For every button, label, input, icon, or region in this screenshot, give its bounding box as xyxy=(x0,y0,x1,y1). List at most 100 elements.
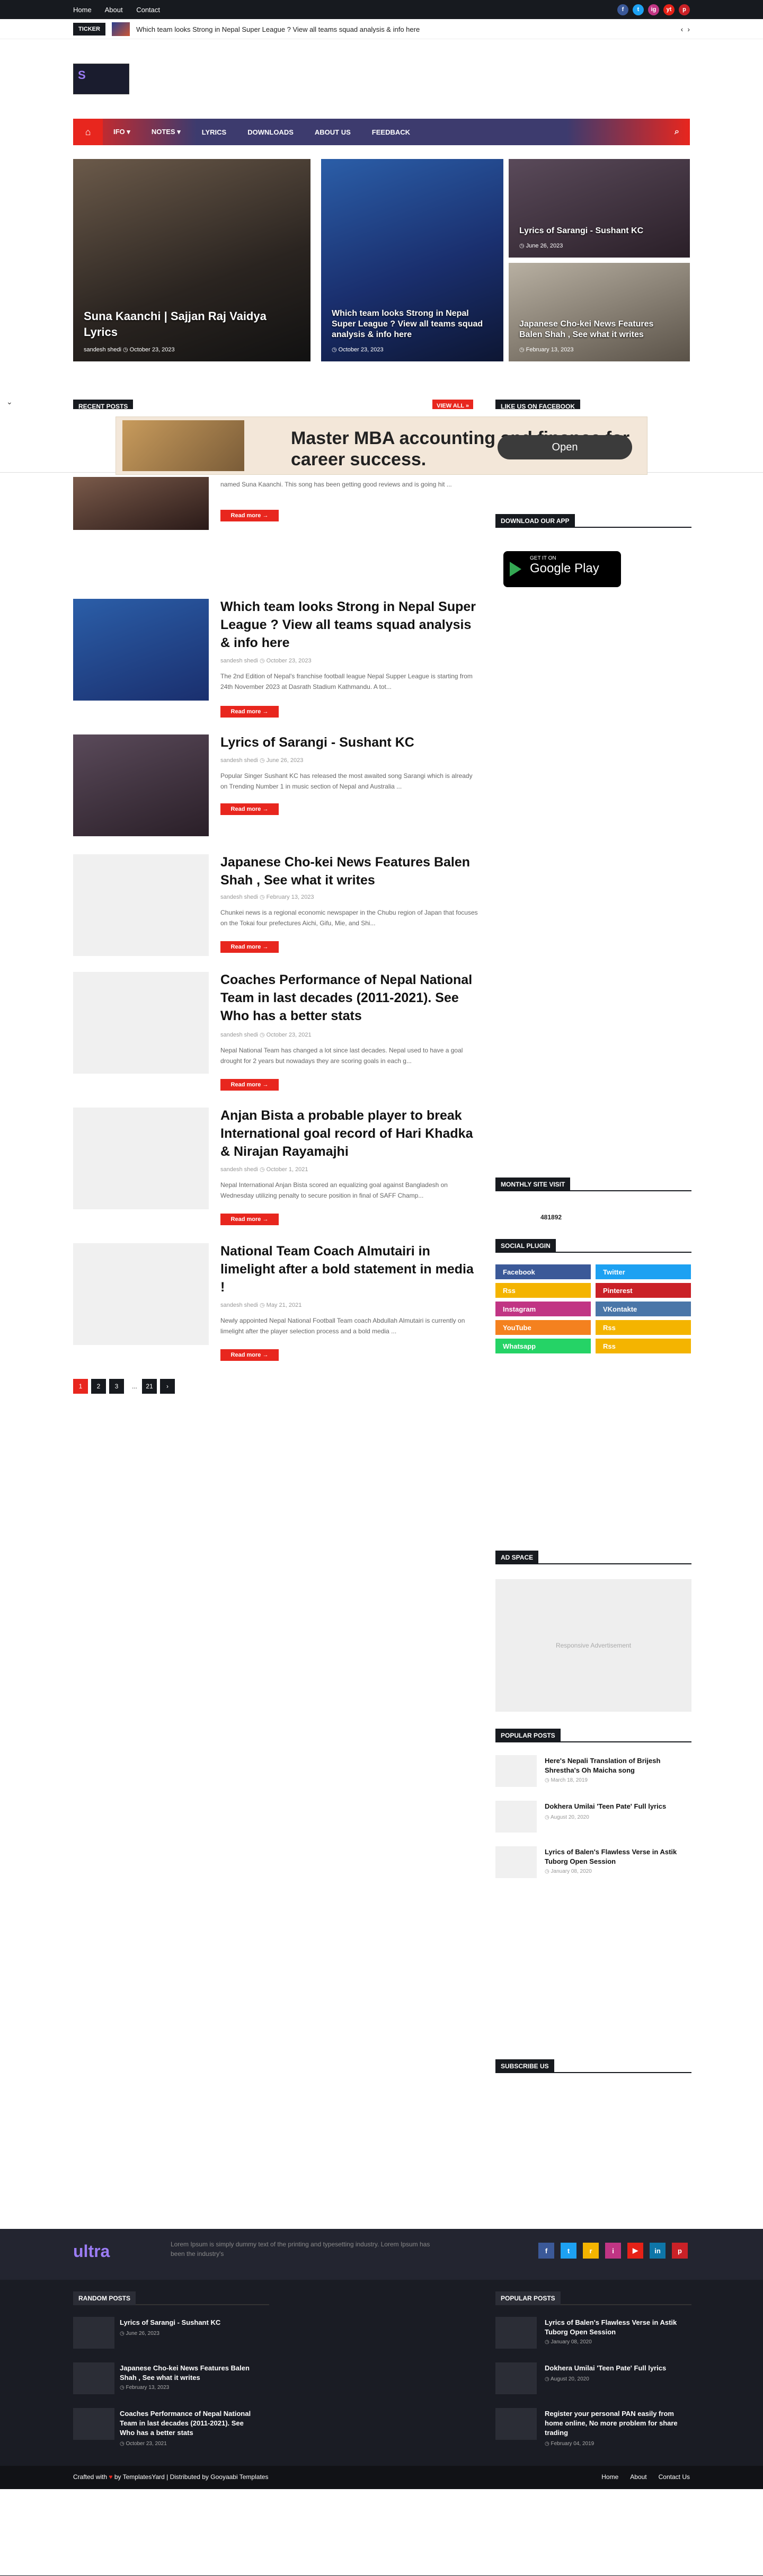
footer-random-thumbnail[interactable] xyxy=(73,2408,114,2440)
social-facebook-button[interactable]: Facebook xyxy=(495,1264,591,1279)
footer-popular-thumbnail[interactable] xyxy=(495,2408,537,2440)
post-thumbnail[interactable] xyxy=(73,599,209,701)
featured-post-4[interactable]: Japanese Cho-kei News Features Balen Sha… xyxy=(509,263,690,361)
footer-popular-thumbnail[interactable] xyxy=(495,2317,537,2349)
nav-item-notes[interactable]: NOTES ▾ xyxy=(141,128,191,136)
popular-title[interactable]: Dokhera Umilai 'Teen Pate' Full lyrics xyxy=(545,1802,688,1811)
social-twitter-button[interactable]: Twitter xyxy=(596,1264,691,1279)
social-rss-button[interactable]: Rss xyxy=(596,1339,691,1353)
footer-random-title[interactable]: Lyrics of Sarangi - Sushant KC xyxy=(120,2318,258,2327)
footer-rss-icon[interactable]: r xyxy=(583,2243,599,2259)
next-page-button[interactable]: › xyxy=(160,1379,175,1394)
footer-popular-thumbnail[interactable] xyxy=(495,2362,537,2394)
page-1[interactable]: 1 xyxy=(73,1379,88,1394)
social-rss-button[interactable]: Rss xyxy=(495,1283,591,1298)
featured-title[interactable]: Lyrics of Sarangi - Sushant KC xyxy=(519,226,678,236)
post-title[interactable]: Coaches Performance of Nepal National Te… xyxy=(220,971,480,1025)
ad-open-button[interactable]: Open xyxy=(498,435,632,459)
nav-item-about[interactable]: ABOUT US xyxy=(304,128,361,136)
read-more-button[interactable]: Read more → xyxy=(220,941,279,953)
featured-post-2[interactable]: Which team looks Strong in Nepal Super L… xyxy=(321,159,503,361)
post-thumbnail[interactable] xyxy=(73,734,209,836)
post-title[interactable]: Anjan Bista a probable player to break I… xyxy=(220,1106,480,1161)
footer-link-home[interactable]: Home xyxy=(601,2473,618,2481)
footer-random-thumbnail[interactable] xyxy=(73,2362,114,2394)
footer-instagram-icon[interactable]: i xyxy=(605,2243,621,2259)
popular-thumbnail[interactable] xyxy=(495,1755,537,1787)
post-thumbnail[interactable] xyxy=(73,1108,209,1209)
footer-popular-title[interactable]: Register your personal PAN easily from h… xyxy=(545,2409,682,2438)
ticker-next-icon[interactable]: › xyxy=(687,25,690,33)
post-meta: sandesh shedi ◷ May 21, 2021 xyxy=(220,1302,302,1308)
top-link-contact[interactable]: Contact xyxy=(136,6,160,14)
popular-title[interactable]: Lyrics of Balen's Flawless Verse in Asti… xyxy=(545,1847,688,1866)
popular-title[interactable]: Here's Nepali Translation of Brijesh Shr… xyxy=(545,1756,688,1775)
google-play-button[interactable]: GET IT ON Google Play xyxy=(503,551,621,587)
nav-item-ifo[interactable]: IFO ▾ xyxy=(103,128,141,136)
social-vkontakte-button[interactable]: VKontakte xyxy=(596,1302,691,1316)
post-title[interactable]: National Team Coach Almutairi in limelig… xyxy=(220,1242,480,1296)
read-more-button[interactable]: Read more → xyxy=(220,510,279,521)
ticker-thumbnail[interactable] xyxy=(111,22,130,36)
facebook-icon[interactable]: f xyxy=(617,4,628,15)
page-21[interactable]: 21 xyxy=(142,1379,157,1394)
footer-logo[interactable]: ultra xyxy=(73,2242,110,2261)
footer-link-contact[interactable]: Contact Us xyxy=(659,2473,690,2481)
instagram-icon[interactable]: ig xyxy=(648,4,659,15)
social-instagram-button[interactable]: Instagram xyxy=(495,1302,591,1316)
home-icon[interactable]: ⌂ xyxy=(73,119,103,145)
footer-random-thumbnail[interactable] xyxy=(73,2317,114,2349)
featured-post-1[interactable]: Suna Kaanchi | Sajjan Raj Vaidya Lyrics … xyxy=(73,159,310,361)
footer-linkedin-icon[interactable]: in xyxy=(650,2243,666,2259)
page-2[interactable]: 2 xyxy=(91,1379,106,1394)
featured-post-3[interactable]: Lyrics of Sarangi - Sushant KC ◷ June 26… xyxy=(509,159,690,258)
social-youtube-button[interactable]: YouTube xyxy=(495,1320,591,1335)
twitter-icon[interactable]: t xyxy=(633,4,644,15)
read-more-button[interactable]: Read more → xyxy=(220,1079,279,1091)
read-more-button[interactable]: Read more → xyxy=(220,1349,279,1361)
social-plugin-heading: SOCIAL PLUGIN xyxy=(495,1239,691,1253)
social-pinterest-button[interactable]: Pinterest xyxy=(596,1283,691,1298)
post-thumbnail[interactable] xyxy=(73,477,209,530)
ticker-text[interactable]: Which team looks Strong in Nepal Super L… xyxy=(136,25,420,33)
ad-banner[interactable]: Master MBA accounting and finance for ca… xyxy=(116,417,647,475)
pinterest-icon[interactable]: p xyxy=(679,4,690,15)
youtube-icon[interactable]: yt xyxy=(663,4,675,15)
page-3[interactable]: 3 xyxy=(109,1379,124,1394)
post-title[interactable]: Lyrics of Sarangi - Sushant KC xyxy=(220,733,480,751)
footer-random-title[interactable]: Coaches Performance of Nepal National Te… xyxy=(120,2409,258,2438)
site-logo[interactable]: S xyxy=(73,64,129,94)
top-link-home[interactable]: Home xyxy=(73,6,92,14)
popular-thumbnail[interactable] xyxy=(495,1846,537,1878)
post-thumbnail[interactable] xyxy=(73,972,209,1074)
top-link-about[interactable]: About xyxy=(105,6,123,14)
popular-thumbnail[interactable] xyxy=(495,1801,537,1833)
footer-link-about[interactable]: About xyxy=(630,2473,646,2481)
footer-facebook-icon[interactable]: f xyxy=(538,2243,554,2259)
nav-item-lyrics[interactable]: LYRICS xyxy=(191,128,237,136)
post-thumbnail[interactable] xyxy=(73,854,209,956)
footer-popular-title[interactable]: Lyrics of Balen's Flawless Verse in Asti… xyxy=(545,2318,682,2337)
ticker-prev-icon[interactable]: ‹ xyxy=(681,25,684,33)
featured-title[interactable]: Suna Kaanchi | Sajjan Raj Vaidya Lyrics xyxy=(84,308,296,340)
post-title[interactable]: Which team looks Strong in Nepal Super L… xyxy=(220,598,480,652)
footer-popular-title[interactable]: Dokhera Umilai 'Teen Pate' Full lyrics xyxy=(545,2363,682,2373)
post-thumbnail[interactable] xyxy=(73,1243,209,1345)
credits-text[interactable]: by TemplatesYard | Distributed by Gooyaa… xyxy=(114,2473,269,2481)
post-title[interactable]: Japanese Cho-kei News Features Balen Sha… xyxy=(220,853,480,889)
footer-pinterest-icon[interactable]: p xyxy=(672,2243,688,2259)
read-more-button[interactable]: Read more → xyxy=(220,706,279,718)
read-more-button[interactable]: Read more → xyxy=(220,1214,279,1225)
featured-title[interactable]: Japanese Cho-kei News Features Balen Sha… xyxy=(519,319,678,340)
footer-youtube-icon[interactable]: ▶ xyxy=(627,2243,643,2259)
social-whatsapp-button[interactable]: Whatsapp xyxy=(495,1339,591,1353)
nav-item-downloads[interactable]: DOWNLOADS xyxy=(237,128,304,136)
social-rss-button[interactable]: Rss xyxy=(596,1320,691,1335)
featured-title[interactable]: Which team looks Strong in Nepal Super L… xyxy=(332,308,491,340)
chevron-down-icon[interactable]: ⌄ xyxy=(6,397,13,406)
read-more-button[interactable]: Read more → xyxy=(220,803,279,815)
search-icon[interactable]: ⌕ xyxy=(675,127,679,137)
nav-item-feedback[interactable]: FEEDBACK xyxy=(361,128,421,136)
footer-random-title[interactable]: Japanese Cho-kei News Features Balen Sha… xyxy=(120,2363,258,2383)
footer-twitter-icon[interactable]: t xyxy=(561,2243,576,2259)
